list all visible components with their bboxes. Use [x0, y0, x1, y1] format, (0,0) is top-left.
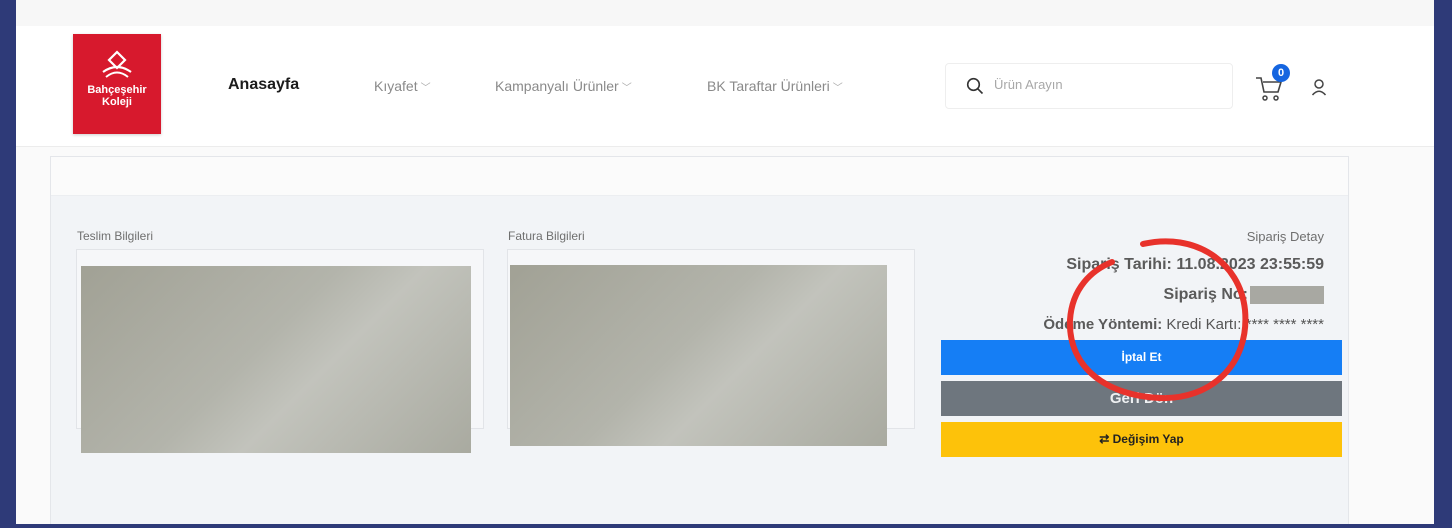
- redacted-order-number: [1250, 286, 1324, 304]
- chevron-down-icon: ﹀: [832, 83, 843, 94]
- chevron-down-icon: ﹀: [420, 83, 431, 94]
- browser-viewport: Bahçeşehir Koleji Anasayfa Kıyafet ﹀ Kamp…: [16, 0, 1434, 524]
- redacted-invoice-info: [510, 265, 887, 446]
- cart-count-badge: 0: [1272, 64, 1290, 82]
- logo-text-line2: Koleji: [102, 96, 132, 108]
- nav-kampanyali-urunler[interactable]: Kampanyalı Ürünler ﹀: [495, 78, 632, 94]
- order-number-label: Sipariş No:: [1163, 286, 1248, 304]
- payment-method-label: Ödeme Yöntemi:: [1043, 316, 1163, 333]
- search-input[interactable]: [992, 76, 1216, 93]
- search-icon[interactable]: [966, 77, 984, 95]
- delivery-info-label: Teslim Bilgileri: [77, 229, 154, 243]
- nav-home[interactable]: Anasayfa: [228, 76, 299, 94]
- delivery-info-box: [76, 249, 484, 453]
- search-box: [945, 63, 1233, 109]
- redacted-delivery-info: [81, 266, 471, 453]
- panel-header-strip: [51, 157, 1348, 196]
- exchange-button[interactable]: ⇄ Değişim Yap: [941, 422, 1342, 457]
- order-date-label: Sipariş Tarihi:: [1066, 256, 1172, 273]
- payment-method-line: Ödeme Yöntemi: Kredi Kartı: **** **** **…: [1043, 316, 1324, 333]
- order-number-line: Sipariş No:: [1164, 286, 1324, 304]
- user-account-button[interactable]: [1311, 78, 1327, 101]
- logo-emblem-icon: [102, 50, 132, 78]
- order-detail-panel: Teslim Bilgileri Fatura Bilgileri Sipari…: [50, 156, 1349, 524]
- school-logo[interactable]: Bahçeşehir Koleji: [73, 34, 161, 134]
- order-detail-title: Sipariş Detay: [1246, 229, 1324, 244]
- payment-method-value: Kredi Kartı: **** **** ****: [1166, 316, 1324, 333]
- nav-bk-taraftar[interactable]: BK Taraftar Ürünleri ﹀: [707, 78, 843, 94]
- cart-button[interactable]: 0: [1254, 64, 1294, 106]
- order-date-line: Sipariş Tarihi: 11.08.2023 23:55:59: [1066, 256, 1324, 274]
- order-date-value: 11.08.2023 23:55:59: [1176, 256, 1324, 273]
- nav-kampanyali-label: Kampanyalı Ürünler: [495, 78, 619, 94]
- invoice-info-label: Fatura Bilgileri: [508, 229, 585, 243]
- cancel-order-button[interactable]: İptal Et: [941, 340, 1342, 375]
- nav-kiyafet[interactable]: Kıyafet ﹀: [374, 78, 431, 94]
- user-icon: [1311, 79, 1327, 96]
- chevron-down-icon: ﹀: [621, 83, 632, 94]
- logo-text-line1: Bahçeşehir: [87, 84, 147, 96]
- back-button[interactable]: Geri Dön: [941, 381, 1342, 416]
- site-header: Bahçeşehir Koleji Anasayfa Kıyafet ﹀ Kamp…: [16, 26, 1434, 147]
- nav-home-label: Anasayfa: [228, 76, 300, 93]
- nav-bk-taraftar-label: BK Taraftar Ürünleri: [707, 78, 830, 94]
- top-strip: [16, 0, 1434, 26]
- nav-kiyafet-label: Kıyafet: [374, 78, 418, 94]
- invoice-info-box: [507, 249, 915, 446]
